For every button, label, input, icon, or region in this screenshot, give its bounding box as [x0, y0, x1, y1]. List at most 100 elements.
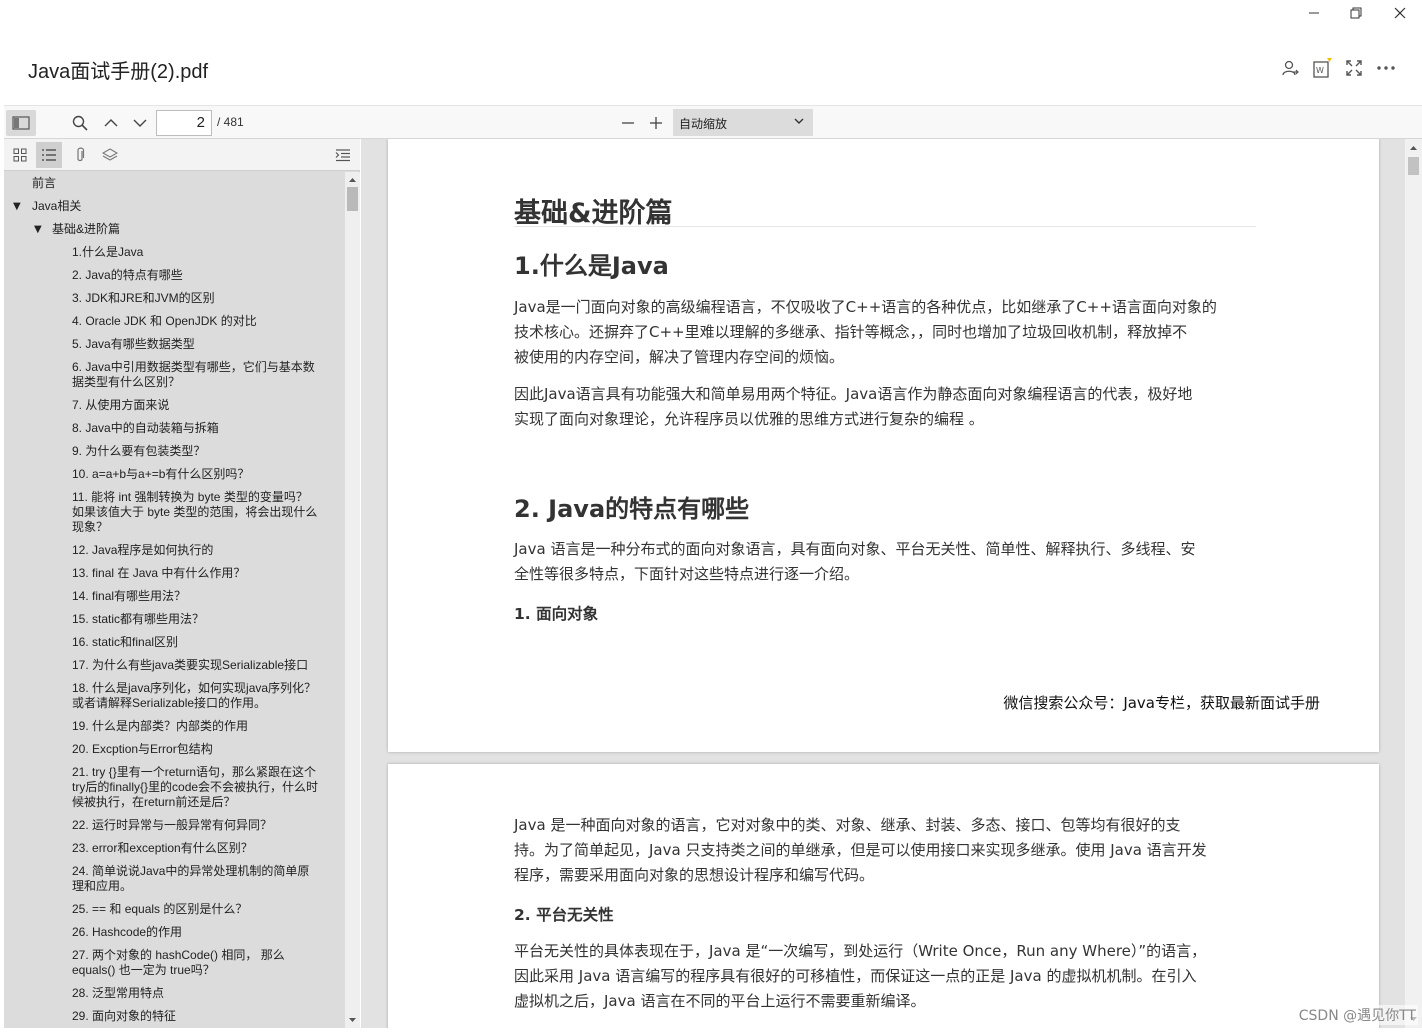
outline-item[interactable]: 27. 两个对象的 hashCode() 相同， 那么: [72, 948, 285, 963]
zoom-select[interactable]: 自动缩放: [673, 109, 813, 136]
chevron-down-icon: [133, 119, 147, 127]
outline-item[interactable]: 17. 为什么有些java类要实现Serializable接口: [72, 658, 308, 673]
paragraph: 平台无关性的具体表现在于，Java 是“一次编写，到处运行（Write Once…: [514, 942, 1207, 1010]
outline-item[interactable]: 9. 为什么要有包装类型？: [72, 444, 205, 459]
section-heading: 1.什么是Java: [514, 252, 669, 280]
outline-item-cont[interactable]: try后的finally{}里的code会不会被执行，什么时: [72, 780, 318, 795]
attachments-view-button[interactable]: [67, 142, 93, 168]
outline-item[interactable]: 20. Excption与Error包结构: [72, 742, 213, 757]
layers-icon: [102, 148, 118, 161]
more-options-button[interactable]: [1373, 56, 1399, 80]
share-button[interactable]: [1277, 56, 1303, 80]
outline-item[interactable]: 3. JDK和JRE和JVM的区别: [72, 291, 215, 306]
close-icon: [1394, 7, 1406, 19]
search-icon: [72, 115, 88, 131]
outline-item[interactable]: 26. Hashcode的作用: [72, 925, 182, 940]
outline-item-cont[interactable]: 理和应用。: [72, 879, 132, 894]
fullscreen-button[interactable]: [1341, 56, 1367, 80]
outline-item[interactable]: 28. 泛型常用特点: [72, 986, 164, 1001]
outline-item[interactable]: 19. 什么是内部类？内部类的作用: [72, 719, 248, 734]
pdf-toolbar: 2 / 481 自动缩放: [4, 105, 1422, 139]
heading-rule: [514, 226, 1256, 227]
chapter-heading: 基础&进阶篇: [514, 198, 673, 229]
outline-item[interactable]: 22. 运行时异常与一般异常有何异同？: [72, 818, 272, 833]
zoom-out-button[interactable]: [614, 110, 642, 136]
watermark-text: CSDN @遇见你TT: [1296, 1005, 1418, 1025]
toggle-sidebar-button[interactable]: [6, 110, 36, 136]
outline-item[interactable]: 12. Java程序是如何执行的: [72, 543, 213, 558]
viewer-scrollbar[interactable]: [1405, 139, 1422, 1028]
minimize-button[interactable]: [1292, 0, 1336, 26]
outline-item[interactable]: 21. try {}里有一个return语句，那么紧跟在这个: [72, 765, 316, 780]
find-button[interactable]: [66, 110, 94, 136]
outline-view-button[interactable]: [36, 142, 62, 168]
sidebar-scroll-thumb[interactable]: [347, 187, 358, 211]
word-convert-icon: W: [1313, 58, 1332, 78]
pdf-page-2: Java 是一种面向对象的语言，它对对象中的类、对象、继承、封装、多态、接口、包…: [388, 764, 1379, 1028]
outline-item[interactable]: 16. static和final区别: [72, 635, 178, 650]
zoom-select-label: 自动缩放: [679, 117, 728, 131]
subsection-heading: 1. 面向对象: [514, 605, 599, 623]
outline-item[interactable]: 14. final有哪些用法？: [72, 589, 186, 604]
previous-page-button[interactable]: [97, 110, 125, 136]
outline-item[interactable]: 2. Java的特点有哪些: [72, 268, 183, 283]
outline-item[interactable]: 23. error和exception有什么区别？: [72, 841, 253, 856]
outline-item[interactable]: 8. Java中的自动装箱与拆箱: [72, 421, 219, 436]
viewer-scroll-thumb[interactable]: [1408, 157, 1419, 175]
paragraph: Java 是一种面向对象的语言，它对对象中的类、对象、继承、封装、多态、接口、包…: [514, 816, 1207, 884]
person-share-icon: [1282, 60, 1299, 76]
restore-button[interactable]: [1334, 0, 1378, 26]
zoom-in-button[interactable]: [642, 110, 670, 136]
outline-item-cont[interactable]: 据类型有什么区别？: [72, 375, 180, 390]
sidebar: 前言 ▼ Java相关 ▼ 基础&进阶篇 1.什么是Java 2. Java的特…: [4, 139, 360, 1028]
outline-options-icon: [335, 149, 350, 162]
outline-item[interactable]: 13. final 在 Java 中有什么作用？: [72, 566, 245, 581]
outline-item[interactable]: 7. 从使用方面来说: [72, 398, 169, 413]
next-page-button[interactable]: [126, 110, 154, 136]
outline-item-cont[interactable]: equals() 也一定为 true吗？: [72, 963, 215, 978]
outline-item-cont[interactable]: 候被执行，在return前还是后？: [72, 795, 235, 810]
scroll-down-icon[interactable]: [345, 1014, 360, 1026]
minus-icon: [622, 122, 634, 124]
close-button[interactable]: [1378, 0, 1422, 26]
more-icon: [1377, 66, 1395, 70]
outline-item[interactable]: 前言: [32, 176, 56, 191]
paragraph: Java是一门面向对象的高级编程语言，不仅吸收了C++语言的各种优点，比如继承了…: [514, 298, 1217, 366]
plus-icon: [650, 117, 662, 129]
sidebar-scrollbar[interactable]: [345, 172, 360, 1028]
scroll-up-icon[interactable]: [1405, 141, 1422, 155]
outline-item-cont[interactable]: 现象？: [72, 520, 108, 535]
subsection-heading: 2. 平台无关性: [514, 906, 614, 924]
outline-item[interactable]: 4. Oracle JDK 和 OpenJDK 的对比: [72, 314, 257, 329]
minimize-icon: [1309, 12, 1319, 14]
outline-item[interactable]: 11. 能将 int 强制转换为 byte 类型的变量吗？: [72, 490, 308, 505]
grid-icon: [13, 148, 27, 162]
outline-item[interactable]: 15. static都有哪些用法？: [72, 612, 204, 627]
outline-item[interactable]: 5. Java有哪些数据类型: [72, 337, 195, 352]
outline-item-cont[interactable]: 或者请解释Serializable接口的作用。: [72, 696, 266, 711]
page-footer-note: 微信搜索公众号：Java专栏，获取最新面试手册: [1003, 694, 1320, 712]
outline-item[interactable]: 25. == 和 equals 的区别是什么？: [72, 902, 247, 917]
convert-to-word-button[interactable]: W: [1309, 56, 1335, 80]
restore-icon: [1350, 7, 1362, 19]
outline-item[interactable]: 29. 面向对象的特征: [72, 1009, 176, 1024]
outline-item-cont[interactable]: 如果该值大于 byte 类型的范围，将会出现什么: [72, 505, 317, 520]
thumbnails-view-button[interactable]: [7, 142, 33, 168]
outline-item[interactable]: 18. 什么是java序列化，如何实现java序列化？: [72, 681, 316, 696]
scroll-up-icon[interactable]: [345, 174, 360, 186]
expand-toggle-icon[interactable]: ▼: [13, 201, 21, 212]
expand-icon: [1346, 60, 1362, 76]
outline-item[interactable]: 10. a=a+b与a+=b有什么区别吗？: [72, 467, 249, 482]
page-number-input[interactable]: 2: [156, 110, 212, 136]
expand-toggle-icon[interactable]: ▼: [34, 224, 42, 235]
outline-item[interactable]: 基础&进阶篇: [52, 222, 120, 237]
outline-item[interactable]: Java相关: [32, 199, 81, 214]
outline-item[interactable]: 6. Java中引用数据类型有哪些，它们与基本数: [72, 360, 315, 375]
outline-item[interactable]: 24. 简单说说Java中的异常处理机制的简单原: [72, 864, 309, 879]
document-viewer[interactable]: 基础&进阶篇 1.什么是Java Java是一门面向对象的高级编程语言，不仅吸收…: [361, 139, 1422, 1028]
sidebar-toolbar: [4, 139, 360, 171]
layers-view-button[interactable]: [97, 142, 123, 168]
outline-options-button[interactable]: [330, 142, 356, 168]
outline-tree: 前言 ▼ Java相关 ▼ 基础&进阶篇 1.什么是Java 2. Java的特…: [4, 172, 344, 1028]
outline-item[interactable]: 1.什么是Java: [72, 245, 143, 260]
